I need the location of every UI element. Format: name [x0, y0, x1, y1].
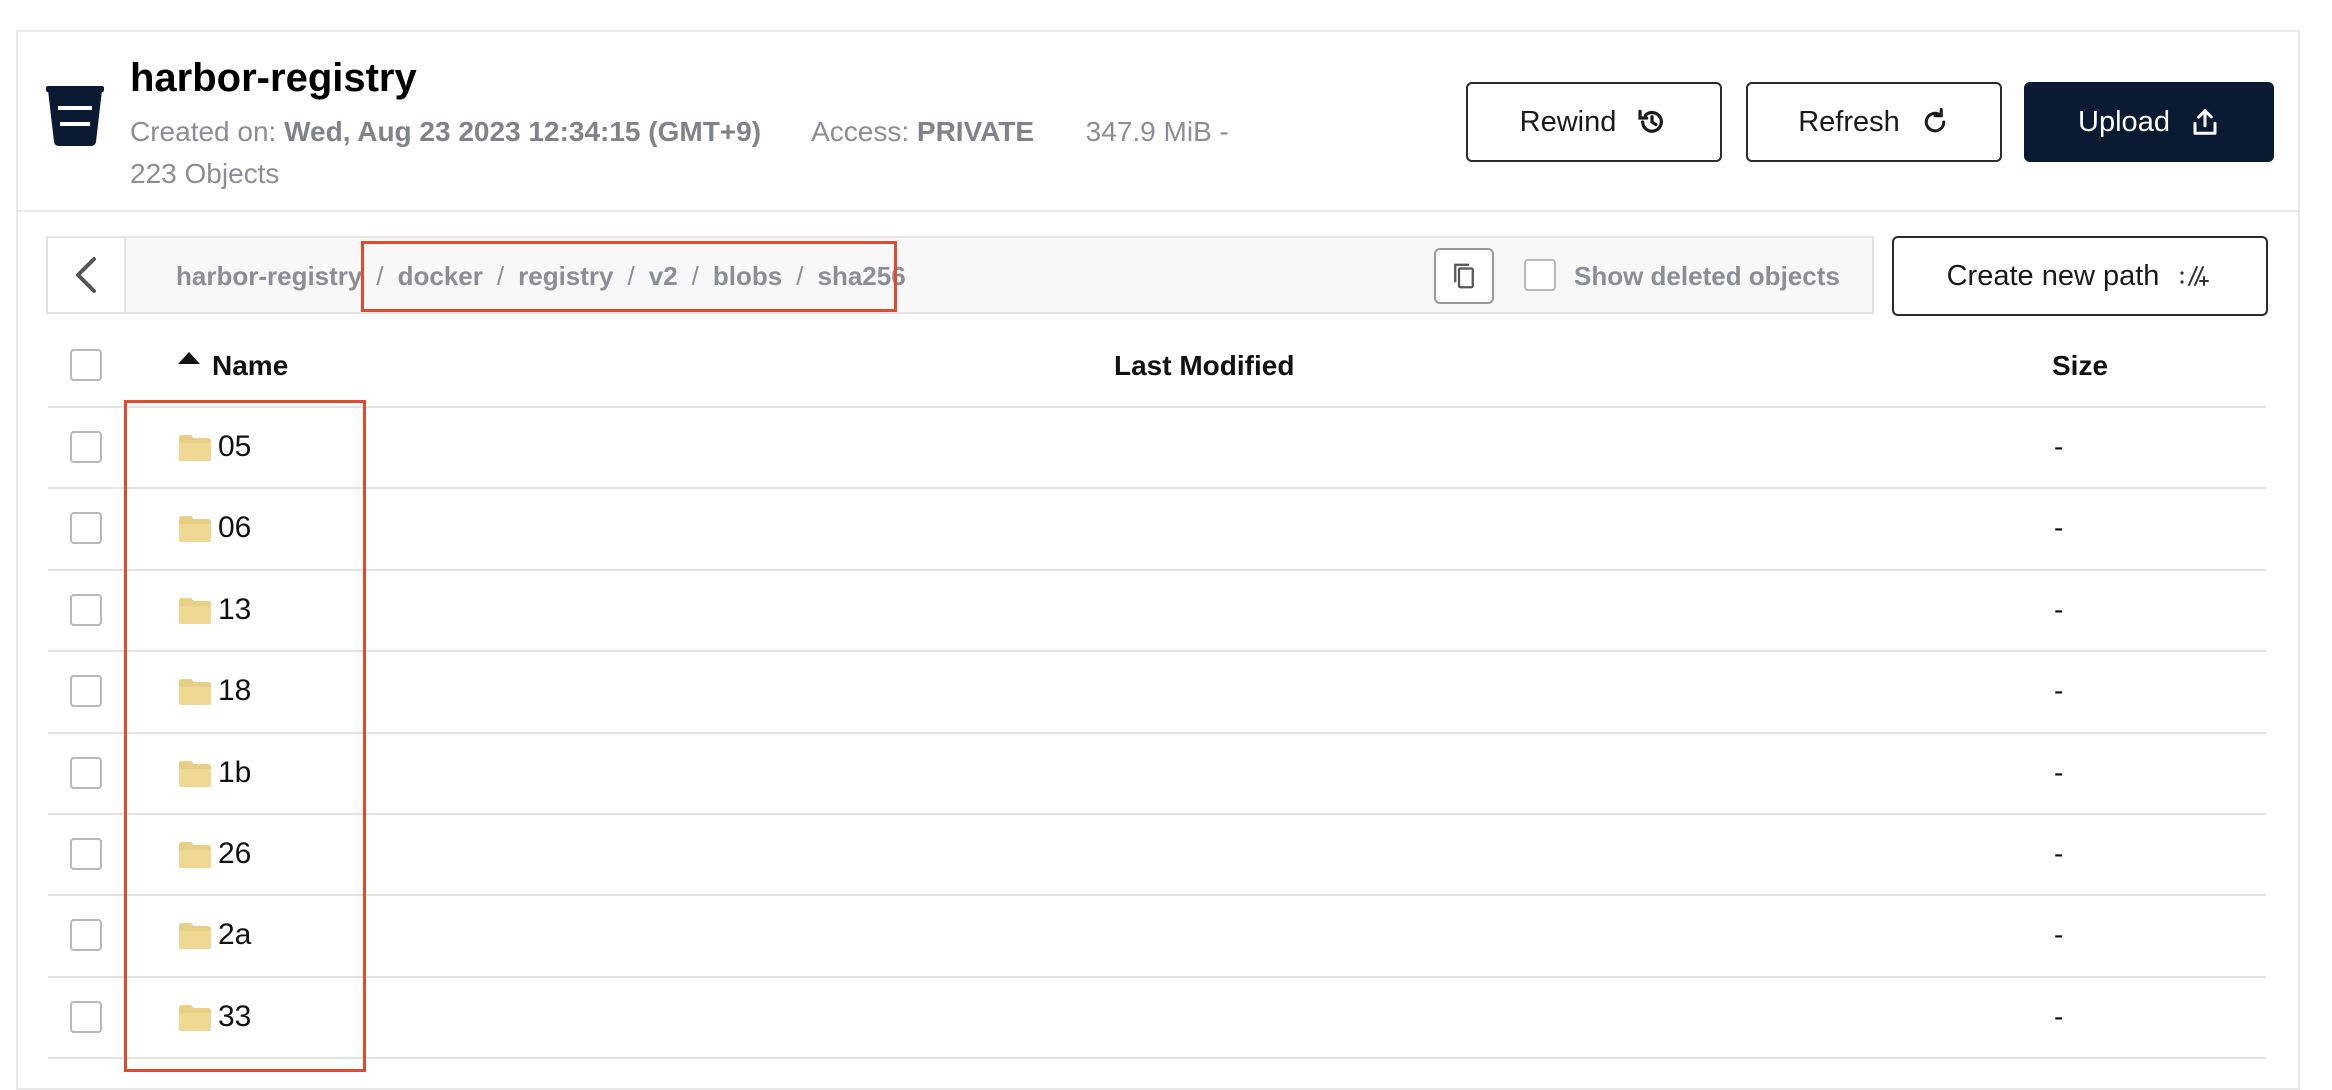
bucket-icon [46, 86, 104, 146]
access-label: Access: [811, 116, 910, 147]
row-checkbox[interactable] [70, 757, 102, 789]
upload-label: Upload [2078, 105, 2170, 138]
breadcrumb-item-harbor-registry[interactable]: harbor-registry [176, 256, 362, 296]
row-checkbox[interactable] [70, 594, 102, 626]
size-cell: - [2054, 675, 2064, 706]
row-divider [48, 1057, 2266, 1059]
create-new-path-button[interactable]: Create new path [1892, 236, 2268, 316]
size-cell: - [2054, 757, 2064, 788]
size-cell: - [2054, 594, 2064, 625]
bucket-size: 347.9 MiB - [1085, 116, 1229, 147]
row-checkbox[interactable] [70, 675, 102, 707]
history-icon [1638, 109, 1664, 133]
row-checkbox[interactable] [70, 512, 102, 544]
table-row[interactable]: 06- [48, 489, 2266, 567]
table-row[interactable]: 18- [48, 652, 2266, 730]
sort-asc-icon[interactable] [178, 352, 200, 364]
new-path-icon [2180, 266, 2210, 286]
size-cell: - [2054, 512, 2064, 543]
created-value: Wed, Aug 23 2023 12:34:15 (GMT+9) [284, 116, 762, 147]
copy-path-button[interactable] [1434, 248, 1494, 304]
copy-icon [1454, 263, 1474, 289]
created-label: Created on: [130, 116, 277, 147]
table-row[interactable]: 1b - [48, 734, 2266, 812]
create-path-label: Create new path [1946, 259, 2160, 292]
table-row[interactable]: 05- [48, 408, 2266, 486]
back-button[interactable] [48, 238, 126, 312]
bucket-name: harbor-registry [130, 56, 417, 100]
column-header-last-modified[interactable]: Last Modified [1114, 346, 1294, 386]
table-row[interactable]: 13- [48, 571, 2266, 649]
refresh-label: Refresh [1798, 105, 1900, 138]
bucket-object-count: 223 Objects [130, 158, 280, 189]
table-row[interactable]: 2a - [48, 896, 2266, 974]
select-all-checkbox[interactable] [70, 349, 102, 381]
folder-names-highlight-box [124, 400, 366, 1072]
show-deleted-checkbox[interactable] [1524, 259, 1556, 291]
upload-icon [2193, 109, 2217, 135]
table-row[interactable]: 33- [48, 978, 2266, 1056]
bucket-meta: Created on: Wed, Aug 23 2023 12:34:15 (G… [130, 112, 1229, 152]
breadcrumb-highlight-box [361, 241, 897, 312]
row-checkbox[interactable] [70, 838, 102, 870]
column-header-name[interactable]: Name [212, 346, 288, 386]
size-cell: - [2054, 1001, 2064, 1032]
header-divider [18, 210, 2298, 212]
rewind-button[interactable]: Rewind [1466, 82, 1722, 162]
size-cell: - [2054, 838, 2064, 869]
rewind-label: Rewind [1519, 105, 1617, 138]
row-checkbox[interactable] [70, 1001, 102, 1033]
row-checkbox[interactable] [70, 919, 102, 951]
upload-button[interactable]: Upload [2024, 82, 2274, 162]
show-deleted-label: Show deleted objects [1574, 261, 1840, 291]
access-value: PRIVATE [916, 116, 1035, 147]
chevron-left-icon [76, 257, 96, 293]
size-cell: - [2054, 431, 2064, 462]
size-cell: - [2054, 919, 2064, 950]
table-row[interactable]: 26- [48, 815, 2266, 893]
refresh-button[interactable]: Refresh [1746, 82, 2002, 162]
refresh-icon [1924, 108, 1946, 133]
column-header-size[interactable]: Size [2052, 346, 2108, 386]
row-checkbox[interactable] [70, 431, 102, 463]
